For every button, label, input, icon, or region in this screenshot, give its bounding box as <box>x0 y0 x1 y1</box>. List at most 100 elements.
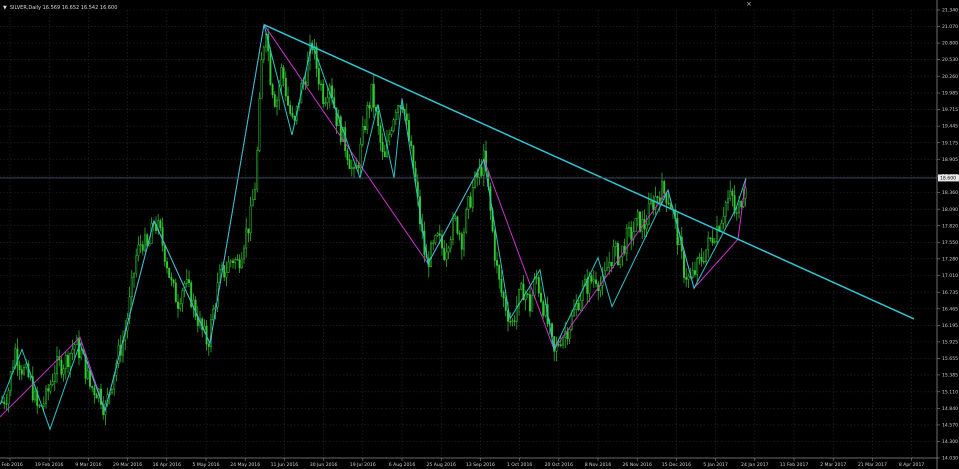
candle-body <box>269 50 272 85</box>
candle-body <box>698 257 701 259</box>
candle-body <box>71 348 74 354</box>
candle-body <box>361 125 364 145</box>
candle-body <box>537 277 540 294</box>
time-tick-label: 8 Nov 2016 <box>585 462 612 468</box>
candle-body <box>45 388 47 405</box>
candle-body <box>243 247 245 260</box>
candle-body <box>397 105 399 113</box>
candle-body <box>42 403 45 407</box>
chart-background <box>0 0 959 469</box>
candle-body <box>166 261 168 269</box>
candle-body <box>500 278 503 293</box>
candle-body <box>137 244 140 257</box>
candle-body <box>20 369 23 375</box>
candle-body <box>405 113 408 121</box>
candle-body <box>636 211 639 219</box>
candle-body <box>540 292 542 302</box>
candle-body <box>687 275 690 280</box>
candle-body <box>47 388 50 392</box>
candle-body <box>159 220 162 228</box>
candle-body <box>9 371 12 391</box>
candle-body <box>225 272 228 278</box>
candle-body <box>603 269 606 277</box>
candle-body <box>282 67 285 79</box>
candle-body <box>240 258 243 269</box>
candle-body <box>51 381 54 385</box>
candle-body <box>634 217 637 233</box>
candle-body <box>251 199 254 207</box>
candle-body <box>379 125 382 143</box>
time-tick-label: 20 Oct 2016 <box>545 462 573 468</box>
candle-body <box>62 368 65 375</box>
candle-body <box>238 259 241 269</box>
candle-body <box>223 265 226 278</box>
candle-body <box>628 227 630 229</box>
candle-body <box>89 370 91 387</box>
price-tick-label: 21.340 <box>942 8 958 14</box>
candle-body <box>260 59 263 100</box>
candle-body <box>511 320 514 322</box>
candle-body <box>595 279 597 284</box>
candle-body <box>141 244 144 251</box>
triangle-down-icon[interactable]: ▼ <box>3 5 7 11</box>
price-tick-label: 20.530 <box>942 57 958 63</box>
candle-body <box>276 99 278 107</box>
candle-body <box>740 201 743 207</box>
candle-body <box>247 228 250 234</box>
candle-body <box>738 201 740 214</box>
chart-window[interactable]: 21.340 21.070 20.800 20.530 20.260 19.985 19.7… <box>0 0 959 469</box>
candle-body <box>7 390 10 405</box>
candle-body <box>432 242 435 244</box>
time-tick-label: 5 Jan 2017 <box>703 462 728 468</box>
candle-body <box>5 403 8 405</box>
candle-body <box>38 405 41 407</box>
candle-body <box>289 104 292 114</box>
candle-body <box>177 301 179 309</box>
candle-body <box>93 387 96 396</box>
candle-body <box>25 363 28 368</box>
price-tick-label: 15.655 <box>942 356 958 362</box>
candle-body <box>630 227 633 240</box>
candle-body <box>174 282 177 303</box>
candle-body <box>236 259 239 261</box>
candle-body <box>529 294 531 312</box>
price-tick-label: 14.300 <box>942 439 958 445</box>
candle-body <box>656 196 659 198</box>
candle-body <box>322 83 325 104</box>
price-tick-label: 20.800 <box>942 41 958 47</box>
candle-body <box>350 167 353 169</box>
candle-body <box>480 167 483 176</box>
price-tick-label: 15.385 <box>942 373 958 379</box>
candle-body <box>709 237 712 239</box>
candle-body <box>645 223 648 230</box>
candle-body <box>562 337 564 346</box>
candle-body <box>678 236 681 245</box>
candle-body <box>610 261 613 267</box>
time-tick-label: 8 Apr 2017 <box>899 462 925 468</box>
candle-body <box>463 231 465 250</box>
candle-body <box>696 258 699 275</box>
candle-body <box>377 110 380 127</box>
candle-body <box>731 190 734 196</box>
price-chart[interactable]: 21.340 21.070 20.800 20.530 20.260 19.985 19.7… <box>0 0 959 469</box>
candle-body <box>212 308 215 321</box>
price-tick-label: 14.030 <box>942 456 958 462</box>
candle-body <box>705 249 707 263</box>
candle-body <box>273 94 276 107</box>
candle-body <box>34 390 36 401</box>
candle-body <box>381 142 384 152</box>
price-tick-label: 19.175 <box>942 140 958 146</box>
candle-body <box>667 202 670 205</box>
candle-body <box>460 233 463 250</box>
current-price-label: 18.600 <box>940 176 956 182</box>
candle-body <box>498 265 501 280</box>
close-icon[interactable]: × <box>746 1 753 8</box>
candle-body <box>188 279 190 284</box>
candle-body <box>559 344 562 346</box>
candle-body <box>566 331 569 340</box>
candle-body <box>317 68 320 85</box>
candle-body <box>401 106 404 110</box>
candle-body <box>599 285 602 292</box>
price-tick-label: 16.465 <box>942 306 958 312</box>
candle-body <box>179 303 182 309</box>
